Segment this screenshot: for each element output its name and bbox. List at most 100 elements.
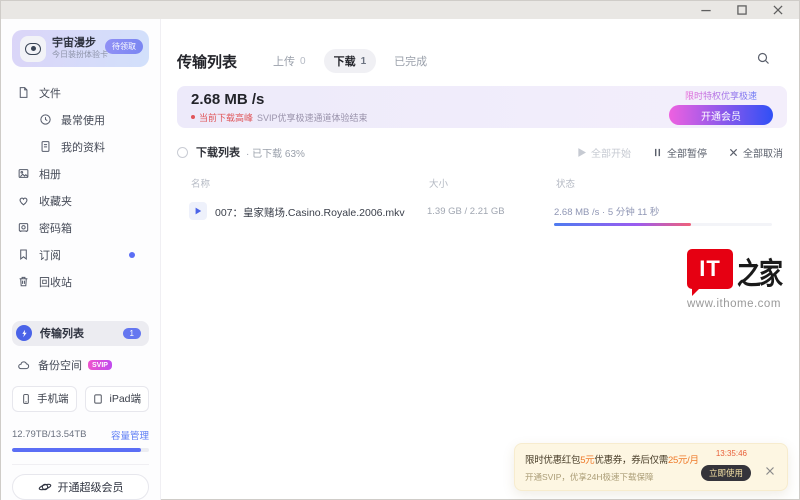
title-bar bbox=[1, 1, 799, 19]
notebook-icon bbox=[38, 140, 52, 154]
tabs: 上传 0 下载 1 已完成 bbox=[263, 49, 437, 73]
file-progress-fill bbox=[554, 223, 691, 226]
table-row[interactable]: 007：皇家赌场.Casino.Royale.2006.mkv 1.39 GB … bbox=[177, 202, 787, 226]
column-size: 大小 bbox=[429, 176, 556, 190]
pause-icon bbox=[653, 148, 662, 157]
use-now-button[interactable]: 立即使用 bbox=[701, 465, 751, 481]
play-file-icon[interactable] bbox=[189, 202, 207, 220]
download-speed: 2.68 MB /s bbox=[191, 91, 368, 108]
select-all-checkbox[interactable] bbox=[177, 147, 188, 158]
planet-icon bbox=[38, 480, 52, 494]
ithome-logo-icon: IT bbox=[687, 249, 733, 289]
action-label: 全部开始 bbox=[591, 145, 631, 160]
promo-text: 限时优惠红包 bbox=[525, 455, 580, 466]
sidebar-divider bbox=[12, 464, 149, 465]
tab-download[interactable]: 下载 1 bbox=[324, 49, 377, 73]
table-header: 名称 大小 状态 bbox=[177, 176, 787, 190]
alert-text: SVIP优享极速通道体验结束 bbox=[257, 111, 368, 124]
sidebar-nav: 文件 最常使用 我的资料 相册 收藏夹 bbox=[12, 79, 149, 295]
tab-label: 已完成 bbox=[394, 53, 427, 69]
sidebar-item-albums[interactable]: 相册 bbox=[12, 160, 149, 187]
tablet-icon bbox=[92, 393, 104, 405]
tab-completed[interactable]: 已完成 bbox=[384, 49, 437, 73]
list-controls: 下载列表 · 已下载 63% 全部开始 全部暂停 全部取消 bbox=[177, 144, 787, 160]
ithome-watermark: IT 之家 www.ithome.com bbox=[687, 249, 797, 310]
alert-dot bbox=[191, 115, 195, 119]
sidebar-item-files[interactable]: 文件 bbox=[12, 79, 149, 106]
avatar bbox=[20, 36, 46, 62]
phone-client-button[interactable]: 手机端 bbox=[12, 386, 77, 412]
cloud-icon bbox=[16, 358, 30, 372]
promo-text: 优惠券，券后仅需 bbox=[594, 455, 668, 466]
downloaded-percent: · 已下载 63% bbox=[246, 145, 305, 160]
close-icon bbox=[729, 148, 738, 157]
promo-countdown: 13:35:46 bbox=[716, 449, 747, 458]
sidebar: 宇宙漫步 今日装扮体验卡 待领取 文件 最常使用 我的资料 bbox=[1, 19, 161, 500]
trash-icon bbox=[16, 275, 30, 289]
lightning-icon bbox=[16, 325, 32, 341]
file-status: 2.68 MB /s · 5 分钟 11 秒 bbox=[554, 202, 787, 226]
sidebar-item-label: 订阅 bbox=[39, 247, 61, 263]
tab-label: 上传 bbox=[273, 53, 295, 69]
ithome-url: www.ithome.com bbox=[687, 298, 797, 310]
sidebar-item-transfer-list[interactable]: 传输列表 1 bbox=[12, 321, 149, 346]
pause-all-button[interactable]: 全部暂停 bbox=[653, 145, 707, 160]
sidebar-item-recycle-bin[interactable]: 回收站 bbox=[12, 268, 149, 295]
svip-badge: SVIP bbox=[88, 360, 112, 370]
tab-count: 1 bbox=[361, 56, 367, 67]
minimize-icon[interactable] bbox=[699, 4, 713, 16]
section-title: 下载列表 bbox=[196, 144, 240, 160]
open-membership-button[interactable]: 开通会员 bbox=[669, 105, 773, 125]
cancel-all-button[interactable]: 全部取消 bbox=[729, 145, 783, 160]
promo-line1: 限时优惠红包5元优惠券，券后仅需25元/月 bbox=[525, 452, 721, 466]
column-status: 状态 bbox=[556, 176, 787, 190]
action-label: 全部取消 bbox=[743, 145, 783, 160]
column-name: 名称 bbox=[191, 176, 429, 190]
sidebar-item-label: 传输列表 bbox=[40, 325, 84, 341]
sidebar-item-label: 回收站 bbox=[39, 274, 72, 290]
sidebar-item-label: 相册 bbox=[39, 166, 61, 182]
storage-bar bbox=[12, 448, 149, 452]
sidebar-item-label: 备份空间 bbox=[38, 357, 82, 373]
profile-subtitle: 今日装扮体验卡 bbox=[52, 50, 108, 60]
sidebar-item-password-box[interactable]: 密码箱 bbox=[12, 214, 149, 241]
start-all-button[interactable]: 全部开始 bbox=[577, 145, 631, 160]
sidebar-item-recent[interactable]: 最常使用 bbox=[12, 106, 149, 133]
storage-usage: 12.79TB/13.54TB bbox=[12, 429, 86, 440]
promo-price: 25元/月 bbox=[668, 455, 699, 466]
storage-manage-link[interactable]: 容量管理 bbox=[111, 428, 149, 442]
page-header: 传输列表 上传 0 下载 1 已完成 bbox=[177, 49, 787, 73]
close-window-icon[interactable] bbox=[771, 4, 785, 16]
sidebar-item-my-docs[interactable]: 我的资料 bbox=[12, 133, 149, 160]
tab-upload[interactable]: 上传 0 bbox=[263, 49, 316, 73]
profile-card[interactable]: 宇宙漫步 今日装扮体验卡 待领取 bbox=[12, 30, 149, 67]
storage-section: 12.79TB/13.54TB 容量管理 bbox=[12, 428, 149, 452]
sidebar-item-favorites[interactable]: 收藏夹 bbox=[12, 187, 149, 214]
heart-icon bbox=[16, 194, 30, 208]
close-toast-icon[interactable] bbox=[765, 463, 775, 481]
safe-icon bbox=[16, 221, 30, 235]
open-super-vip-button[interactable]: 开通超级会员 bbox=[12, 474, 149, 500]
file-status-text: 2.68 MB /s · 5 分钟 11 秒 bbox=[554, 204, 787, 218]
device-label: 手机端 bbox=[37, 391, 69, 406]
sidebar-item-label: 文件 bbox=[39, 85, 61, 101]
play-icon bbox=[577, 148, 586, 157]
sidebar-item-backup-space[interactable]: 备份空间 SVIP bbox=[12, 353, 149, 378]
search-icon[interactable] bbox=[756, 51, 771, 71]
photo-icon bbox=[16, 167, 30, 181]
promo-coupon-amount: 5元 bbox=[580, 455, 594, 466]
file-name: 007：皇家赌场.Casino.Royale.2006.mkv bbox=[215, 202, 427, 220]
ipad-client-button[interactable]: iPad端 bbox=[85, 386, 150, 412]
maximize-icon[interactable] bbox=[735, 4, 749, 16]
page-title: 传输列表 bbox=[177, 51, 237, 72]
file-icon bbox=[16, 86, 30, 100]
banner-promo-text: 限时特权优享极速 bbox=[685, 89, 757, 102]
sidebar-item-subscriptions[interactable]: 订阅 bbox=[12, 241, 149, 268]
storage-bar-fill bbox=[12, 448, 141, 452]
clock-icon bbox=[38, 113, 52, 127]
main-content: 传输列表 上传 0 下载 1 已完成 bbox=[161, 19, 799, 500]
bookmark-icon bbox=[16, 248, 30, 262]
action-label: 全部暂停 bbox=[667, 145, 707, 160]
alert-highlight: 当前下载高峰 bbox=[199, 111, 253, 124]
claim-badge[interactable]: 待领取 bbox=[105, 39, 143, 54]
